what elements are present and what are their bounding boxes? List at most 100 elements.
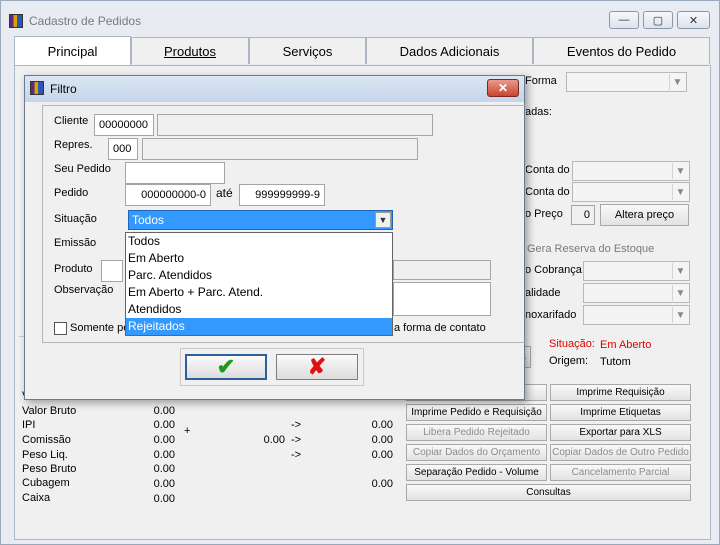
checkmark-icon: ✔ <box>216 354 236 379</box>
consultas-button[interactable]: Consultas <box>406 484 691 501</box>
alidade-select[interactable]: ▼ <box>583 283 690 303</box>
copiar-dados-orcamento-button[interactable]: Copiar Dados do Orçamento <box>406 444 547 461</box>
tab-dados-adicionais[interactable]: Dados Adicionais <box>366 37 533 64</box>
forma-contato-label: a forma de contato <box>394 322 486 334</box>
situacao-label: Situação <box>54 213 97 225</box>
chevron-down-icon: ▼ <box>672 307 688 323</box>
seu-pedido-input[interactable] <box>125 162 225 184</box>
imprime-requisicao-button[interactable]: Imprime Requisição <box>550 384 691 401</box>
peso-liq-label: Peso Liq. <box>22 449 68 461</box>
mid-value: 0.00 <box>263 434 285 446</box>
cliente-name-field <box>157 114 433 136</box>
situacao-status-label: Situação: <box>549 338 595 350</box>
produto-code-input[interactable] <box>101 260 123 282</box>
right-value-3: 0.00 <box>371 449 393 461</box>
observacao-input[interactable] <box>393 282 491 316</box>
exportar-xls-button[interactable]: Exportar para XLS <box>550 424 691 441</box>
right-value-2: 0.00 <box>371 434 393 446</box>
conta-do-label-2: Conta do <box>525 186 570 198</box>
minimize-button[interactable]: — <box>609 11 639 29</box>
option-parc-atendidos[interactable]: Parc. Atendidos <box>126 267 392 284</box>
option-em-aberto-parc-atend[interactable]: Em Aberto + Parc. Atend. <box>126 284 392 301</box>
repres-code-input[interactable]: 000 <box>108 138 138 160</box>
maximize-button[interactable]: ▢ <box>643 11 673 29</box>
filtro-title: Filtro <box>50 82 77 96</box>
conta-do-select-2[interactable]: ▼ <box>572 182 690 202</box>
ipi-label: IPI <box>22 419 36 431</box>
close-button[interactable]: ✕ <box>677 11 710 29</box>
filtro-dialog: Filtro ✕ Cliente 00000000 Repres. 000 Se… <box>24 75 526 400</box>
caixa-label: Caixa <box>22 492 51 504</box>
imprime-etiquetas-button[interactable]: Imprime Etiquetas <box>550 404 691 421</box>
situacao-status-value: Em Aberto <box>600 339 652 351</box>
adas-label: adas: <box>525 106 552 118</box>
origem-value: Tutom <box>600 356 631 368</box>
almoxarifado-label: noxarifado <box>525 309 577 321</box>
tab-bar: Principal Produtos Serviços Dados Adicio… <box>14 36 711 65</box>
somente-checkbox[interactable] <box>54 322 67 335</box>
chevron-down-icon: ▼ <box>672 163 688 179</box>
observacao-label: Observação <box>54 284 114 296</box>
copiar-dados-outro-pedido-button[interactable]: Copiar Dados de Outro Pedido <box>550 444 691 461</box>
repres-label: Repres. <box>54 139 93 151</box>
somente-label: Somente pe <box>70 322 130 334</box>
peso-bruto-label: Peso Bruto <box>22 463 77 475</box>
pedido-label: Pedido <box>54 187 89 199</box>
chevron-down-icon: ▼ <box>672 184 688 200</box>
origem-label: Origem: <box>549 355 589 367</box>
plus-sign: + <box>184 425 191 437</box>
chevron-down-icon[interactable]: ▼ <box>375 212 391 228</box>
option-todos[interactable]: Todos <box>126 233 392 250</box>
close-icon[interactable]: ✕ <box>487 79 519 97</box>
almoxarifado-select[interactable]: ▼ <box>583 305 690 325</box>
cancelamento-parcial-button[interactable]: Cancelamento Parcial <box>550 464 691 481</box>
separacao-pedido-volume-button[interactable]: Separação Pedido - Volume <box>406 464 547 481</box>
cliente-label: Cliente <box>54 115 89 127</box>
comissao-value: 0.00 <box>153 434 175 446</box>
app-icon <box>30 81 44 95</box>
pedido-from-input[interactable]: 000000000-0 <box>125 184 211 206</box>
cliente-code-input[interactable]: 00000000 <box>94 114 154 136</box>
conta-do-select-1[interactable]: ▼ <box>572 161 690 181</box>
cubagem-label: Cubagem <box>22 477 70 489</box>
window-title: Cadastro de Pedidos <box>29 14 142 28</box>
arrow-1: -> <box>291 419 302 431</box>
libera-pedido-rejeitado-button[interactable]: Libera Pedido Rejeitado <box>406 424 547 441</box>
cobranca-label: o Cobrança <box>525 264 582 276</box>
cancel-button[interactable]: ✘ <box>276 354 358 380</box>
ok-button[interactable]: ✔ <box>185 354 267 380</box>
valor-bruto-value: 0.00 <box>153 405 175 417</box>
repres-name-field <box>142 138 418 160</box>
app-icon <box>9 14 23 28</box>
option-rejeitados[interactable]: Rejeitados <box>126 318 392 335</box>
forma-label: Forma <box>525 75 557 87</box>
situacao-select[interactable]: Todos ▼ <box>128 210 393 230</box>
imprime-pedido-requisicao-button[interactable]: Imprime Pedido e Requisição <box>406 404 547 421</box>
option-em-aberto[interactable]: Em Aberto <box>126 250 392 267</box>
chevron-down-icon: ▼ <box>672 263 688 279</box>
preco-field[interactable]: 0 <box>571 205 595 225</box>
alidade-label: alidade <box>525 287 561 299</box>
option-atendidos[interactable]: Atendidos <box>126 301 392 318</box>
seu-pedido-label: Seu Pedido <box>54 163 111 175</box>
conta-do-label-1: Conta do <box>525 164 570 176</box>
right-value-4: 0.00 <box>371 478 393 490</box>
x-mark-icon: ✘ <box>307 354 327 379</box>
tab-produtos[interactable]: Produtos <box>131 37 249 64</box>
tab-servicos[interactable]: Serviços <box>249 37 366 64</box>
pedido-to-input[interactable]: 999999999-9 <box>239 184 325 206</box>
ipi-value: 0.00 <box>153 419 175 431</box>
chevron-down-icon: ▼ <box>669 74 685 90</box>
arrow-2: -> <box>291 434 302 446</box>
forma-select[interactable]: ▼ <box>566 72 687 92</box>
altera-preco-button[interactable]: Altera preço <box>600 204 689 226</box>
filtro-titlebar: Filtro ✕ <box>25 76 524 102</box>
right-value-1: 0.00 <box>371 419 393 431</box>
tab-principal[interactable]: Principal <box>14 36 131 65</box>
arrow-3: -> <box>291 449 302 461</box>
preco-label: o Preço <box>525 208 563 220</box>
cobranca-select[interactable]: ▼ <box>583 261 690 281</box>
peso-liq-value: 0.00 <box>153 449 175 461</box>
tab-eventos-do-pedido[interactable]: Eventos do Pedido <box>533 37 710 64</box>
gera-reserva-label: Gera Reserva do Estoque <box>527 243 655 255</box>
